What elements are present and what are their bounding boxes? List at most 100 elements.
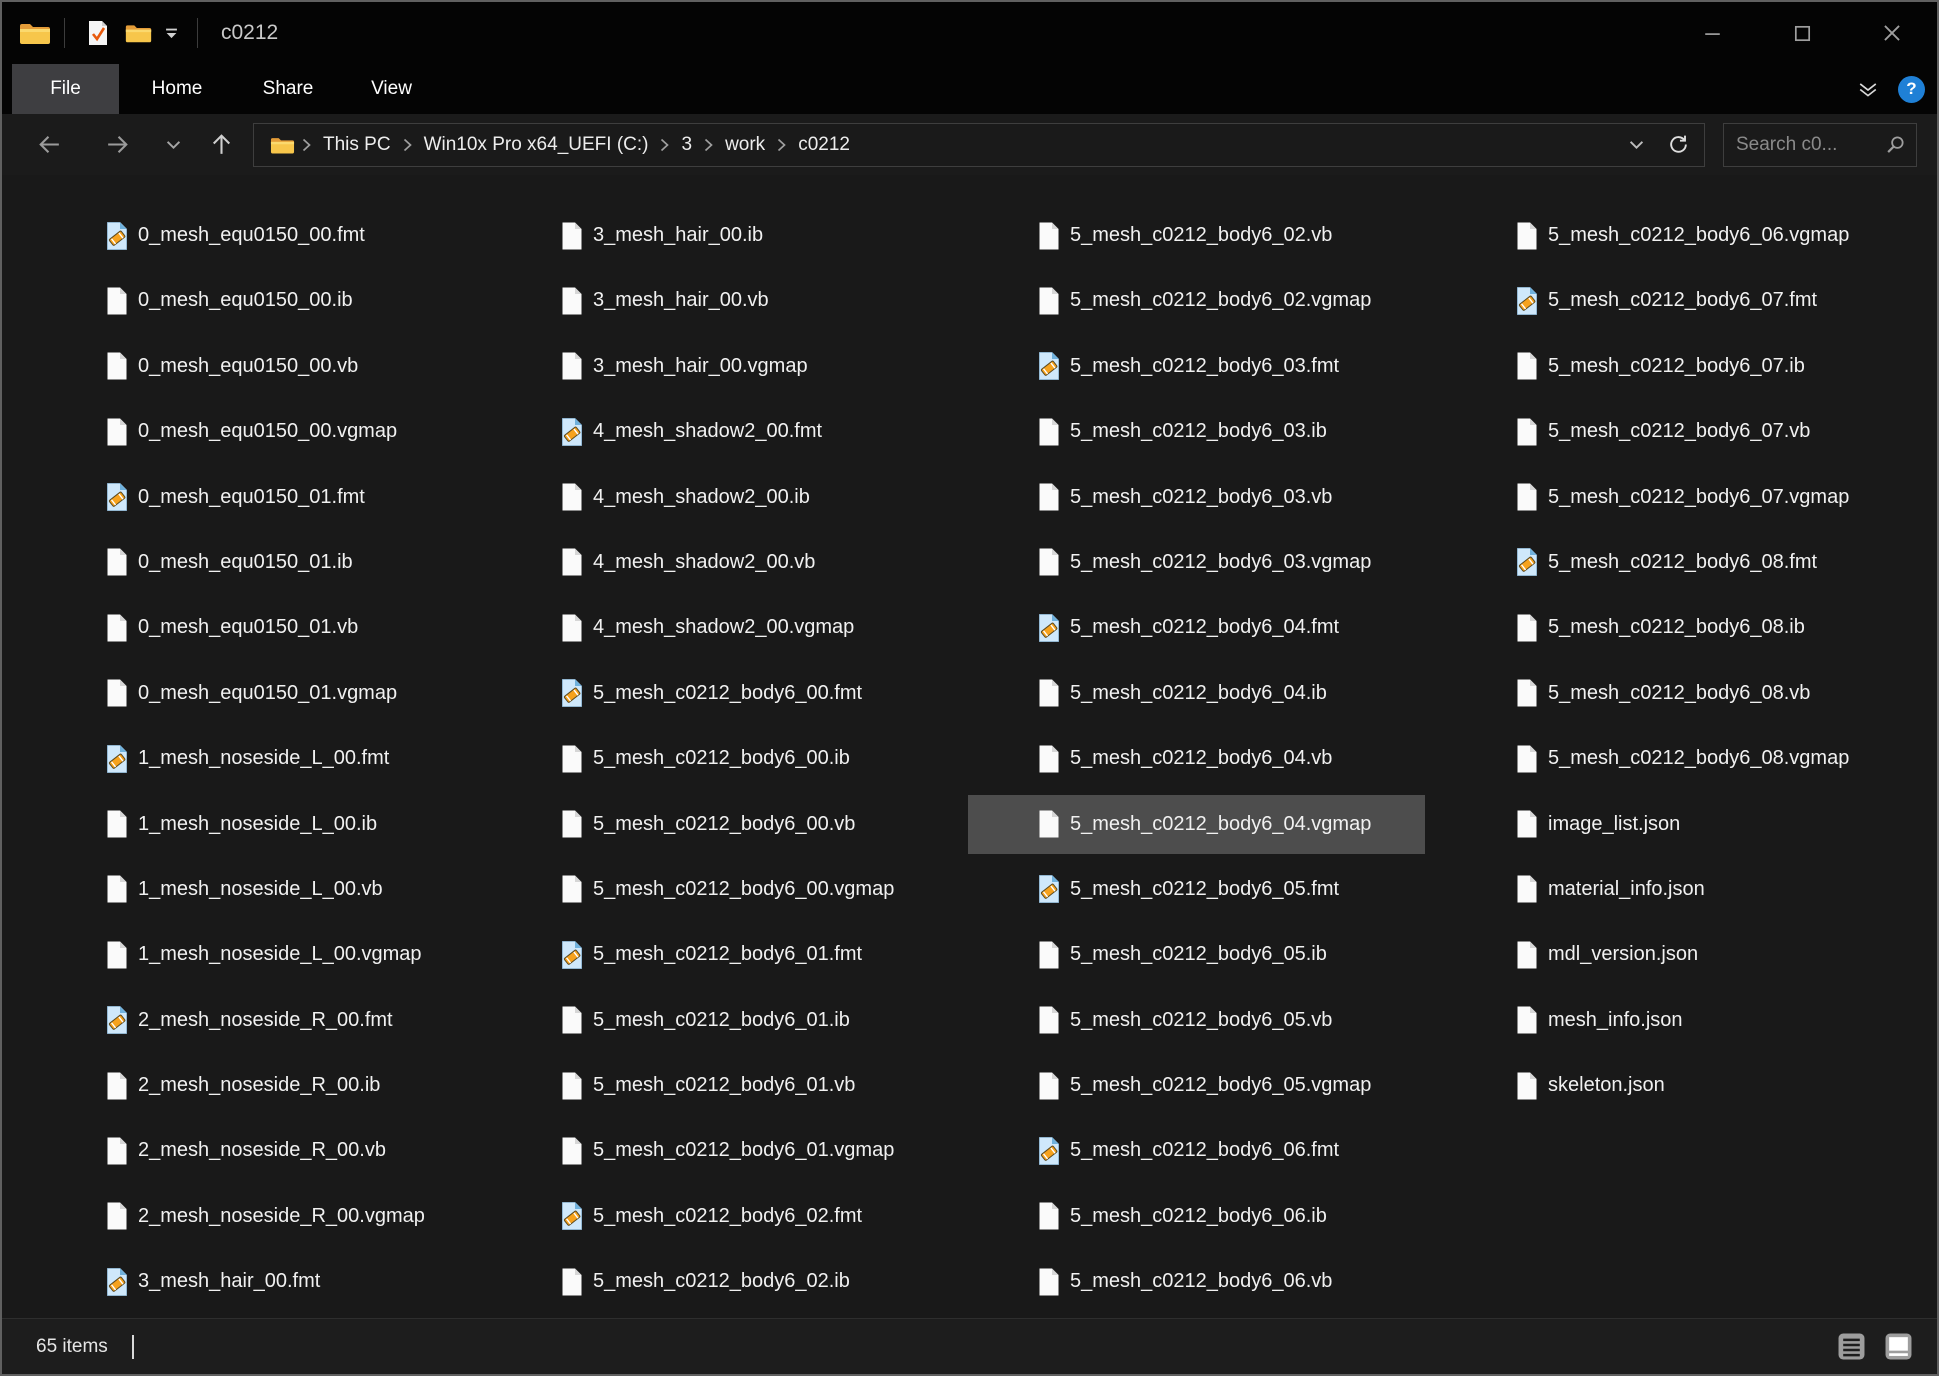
breadcrumb-segment[interactable]: 3 [676,134,697,156]
file-item[interactable]: 5_mesh_c0212_body6_06.ib [968,1187,1425,1246]
file-item[interactable]: skeleton.json [1446,1056,1903,1115]
file-item[interactable]: 5_mesh_c0212_body6_06.fmt [968,1121,1425,1180]
file-item[interactable]: 5_mesh_c0212_body6_04.fmt [968,598,1425,657]
file-item[interactable]: 5_mesh_c0212_body6_04.vb [968,729,1425,788]
breadcrumb-chevron-icon[interactable] [302,138,311,152]
file-item[interactable]: 5_mesh_c0212_body6_01.fmt [491,925,948,984]
file-item[interactable]: 5_mesh_c0212_body6_03.vgmap [968,533,1425,592]
forward-button[interactable] [95,123,139,167]
file-item[interactable]: 5_mesh_c0212_body6_02.ib [491,1252,948,1311]
tab-home[interactable]: Home [139,64,215,114]
file-item[interactable]: 2_mesh_noseside_R_00.ib [36,1056,493,1115]
file-item[interactable]: 1_mesh_noseside_L_00.vb [36,860,493,919]
file-item[interactable]: 5_mesh_c0212_body6_07.fmt [1446,271,1903,330]
item-count: 65 items [36,1336,108,1358]
file-item[interactable]: 3_mesh_hair_00.fmt [36,1252,493,1311]
file-item[interactable]: 4_mesh_shadow2_00.fmt [491,402,948,461]
file-item[interactable]: 5_mesh_c0212_body6_01.vgmap [491,1121,948,1180]
address-bar[interactable]: This PC Win10x Pro x64_UEFI (C:) 3 work … [253,123,1705,167]
file-item[interactable]: 5_mesh_c0212_body6_03.vb [968,468,1425,527]
file-item[interactable]: image_list.json [1446,795,1903,854]
file-item[interactable]: 5_mesh_c0212_body6_05.vgmap [968,1056,1425,1115]
breadcrumb-segment[interactable]: Win10x Pro x64_UEFI (C:) [419,134,654,156]
file-item[interactable]: 5_mesh_c0212_body6_07.ib [1446,337,1903,396]
file-item[interactable]: 4_mesh_shadow2_00.ib [491,468,948,527]
file-item[interactable]: 5_mesh_c0212_body6_00.fmt [491,664,948,723]
file-item[interactable]: 5_mesh_c0212_body6_04.vgmap [968,795,1425,854]
address-history-dropdown[interactable] [1618,126,1654,164]
file-item[interactable]: mesh_info.json [1446,991,1903,1050]
search-icon[interactable] [1885,134,1906,155]
breadcrumb-chevron-icon[interactable] [777,138,786,152]
file-item[interactable]: 5_mesh_c0212_body6_08.ib [1446,598,1903,657]
file-item[interactable]: 5_mesh_c0212_body6_04.ib [968,664,1425,723]
file-item[interactable]: material_info.json [1446,860,1903,919]
file-item[interactable]: 5_mesh_c0212_body6_02.vb [968,206,1425,265]
help-button[interactable]: ? [1898,76,1925,103]
file-item[interactable]: 5_mesh_c0212_body6_01.vb [491,1056,948,1115]
file-item[interactable]: 5_mesh_c0212_body6_03.fmt [968,337,1425,396]
file-item[interactable]: 3_mesh_hair_00.vgmap [491,337,948,396]
file-item[interactable]: 5_mesh_c0212_body6_00.vgmap [491,860,948,919]
details-view-button[interactable] [1834,1330,1868,1364]
file-item[interactable]: 5_mesh_c0212_body6_06.vb [968,1252,1425,1311]
breadcrumb-chevron-icon[interactable] [660,138,669,152]
back-button[interactable] [27,123,71,167]
tab-share[interactable]: Share [253,64,323,114]
file-item[interactable]: 3_mesh_hair_00.ib [491,206,948,265]
file-item[interactable]: 5_mesh_c0212_body6_02.fmt [491,1187,948,1246]
file-item[interactable]: 5_mesh_c0212_body6_08.vb [1446,664,1903,723]
large-icons-view-button[interactable] [1881,1330,1915,1364]
file-item[interactable]: 0_mesh_equ0150_00.ib [36,271,493,330]
file-item[interactable]: 5_mesh_c0212_body6_00.vb [491,795,948,854]
file-item[interactable]: 5_mesh_c0212_body6_05.vb [968,991,1425,1050]
file-item[interactable]: 3_mesh_hair_00.vb [491,271,948,330]
breadcrumb-chevron-icon[interactable] [403,138,412,152]
file-item[interactable]: 5_mesh_c0212_body6_06.vgmap [1446,206,1903,265]
file-item[interactable]: 2_mesh_noseside_R_00.fmt [36,991,493,1050]
file-item[interactable]: 1_mesh_noseside_L_00.ib [36,795,493,854]
breadcrumb-segment[interactable]: work [720,134,770,156]
file-item[interactable]: 5_mesh_c0212_body6_01.ib [491,991,948,1050]
file-icon [1037,1005,1061,1035]
qat-properties-button[interactable] [78,10,118,56]
file-item[interactable]: 0_mesh_equ0150_00.fmt [36,206,493,265]
file-item[interactable]: 2_mesh_noseside_R_00.vb [36,1121,493,1180]
file-item[interactable]: 5_mesh_c0212_body6_07.vgmap [1446,468,1903,527]
file-item[interactable]: 0_mesh_equ0150_01.ib [36,533,493,592]
file-item[interactable]: 2_mesh_noseside_R_00.vgmap [36,1187,493,1246]
file-item[interactable]: 0_mesh_equ0150_00.vgmap [36,402,493,461]
maximize-button[interactable] [1757,2,1847,64]
refresh-button[interactable] [1660,126,1696,164]
file-item[interactable]: 0_mesh_equ0150_01.fmt [36,468,493,527]
recent-locations-dropdown[interactable] [155,123,191,167]
file-item[interactable]: 0_mesh_equ0150_00.vb [36,337,493,396]
file-item[interactable]: 5_mesh_c0212_body6_08.vgmap [1446,729,1903,788]
file-item[interactable]: 4_mesh_shadow2_00.vgmap [491,598,948,657]
file-item[interactable]: 1_mesh_noseside_L_00.vgmap [36,925,493,984]
file-item[interactable]: 5_mesh_c0212_body6_07.vb [1446,402,1903,461]
breadcrumb-chevron-icon[interactable] [704,138,713,152]
file-item[interactable]: 5_mesh_c0212_body6_05.fmt [968,860,1425,919]
file-item[interactable]: mdl_version.json [1446,925,1903,984]
file-item[interactable]: 1_mesh_noseside_L_00.fmt [36,729,493,788]
file-item[interactable]: 5_mesh_c0212_body6_08.fmt [1446,533,1903,592]
minimize-button[interactable] [1667,2,1757,64]
file-item[interactable]: 5_mesh_c0212_body6_00.ib [491,729,948,788]
file-item[interactable]: 4_mesh_shadow2_00.vb [491,533,948,592]
breadcrumb-segment[interactable]: c0212 [793,134,855,156]
breadcrumb-segment[interactable]: This PC [318,134,396,156]
collapse-ribbon-button[interactable] [1854,78,1882,101]
file-item[interactable]: 5_mesh_c0212_body6_05.ib [968,925,1425,984]
file-item[interactable]: 0_mesh_equ0150_01.vgmap [36,664,493,723]
qat-new-folder-button[interactable] [118,10,158,56]
qat-customize-dropdown[interactable] [158,10,184,56]
up-button[interactable] [199,123,243,167]
search-input[interactable] [1724,133,1881,157]
tab-view[interactable]: View [359,64,424,114]
file-item[interactable]: 5_mesh_c0212_body6_02.vgmap [968,271,1425,330]
file-item[interactable]: 0_mesh_equ0150_01.vb [36,598,493,657]
file-item[interactable]: 5_mesh_c0212_body6_03.ib [968,402,1425,461]
tab-file[interactable]: File [12,64,119,114]
close-button[interactable] [1847,2,1937,64]
